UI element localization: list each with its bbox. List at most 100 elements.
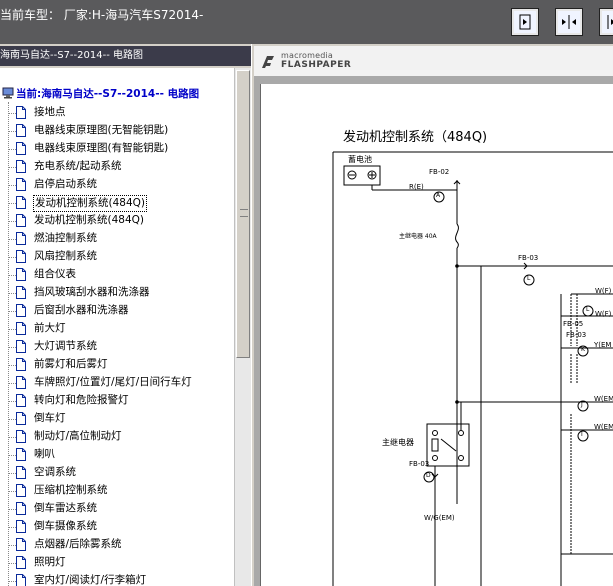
tree-item[interactable]: 接地点	[8, 104, 234, 122]
fit-width-icon	[562, 15, 576, 29]
tree-branch-line	[8, 275, 16, 276]
tree-item[interactable]: 前大灯	[8, 320, 234, 338]
tree-item[interactable]: 充电系统/起动系统	[8, 158, 234, 176]
tree-item[interactable]: 电器线束原理图(有智能钥匙)	[8, 140, 234, 158]
tree-item-label: 倒车灯	[34, 412, 66, 424]
tree-item[interactable]: 室内灯/阅读灯/行李箱灯	[8, 572, 234, 586]
tree-item[interactable]: 照明灯	[8, 554, 234, 572]
tree-item-label: 电器线束原理图(有智能钥匙)	[34, 142, 169, 154]
right-wire-w4: W(EM	[594, 423, 613, 431]
tree-item-label: 发动机控制系统(484Q)	[33, 195, 147, 212]
tree-item[interactable]: 制动灯/高位制动灯	[8, 428, 234, 446]
tree-item-label: 发动机控制系统(484Q)	[34, 214, 144, 226]
tree-branch-line	[8, 149, 16, 150]
tree-item[interactable]: 大灯调节系统	[8, 338, 234, 356]
tree-branch-line	[8, 509, 16, 510]
tree-item[interactable]: 前雾灯和后雾灯	[8, 356, 234, 374]
tree-branch-line	[8, 329, 16, 330]
fuse-label: 主继电器 40A	[399, 233, 437, 240]
document-icon	[16, 358, 26, 371]
tree-item[interactable]: 喇叭	[8, 446, 234, 464]
tree-item-label: 转向灯和危险报警灯	[34, 394, 129, 406]
tree-item[interactable]: 车牌照灯/位置灯/尾灯/日间行车灯	[8, 374, 234, 392]
tree-item-label: 挡风玻璃刮水器和洗涤器	[34, 286, 150, 298]
connector-l-label: L	[527, 275, 531, 282]
connector-k-label: K	[581, 346, 585, 353]
next-page-icon	[607, 15, 613, 29]
circuit-tree: 当前:海南马自达--S7--2014-- 电路图 接地点 电器线束原理图(无智能钥…	[0, 68, 234, 586]
tree-branch-line	[8, 365, 16, 366]
tree-item-label: 点烟器/后除雾系统	[34, 538, 122, 550]
document-icon	[16, 106, 26, 119]
tree-branch-line	[8, 185, 16, 186]
tree-item-label: 制动灯/高位制动灯	[34, 430, 122, 442]
tree-item-label: 照明灯	[34, 556, 66, 568]
right-fb05-label: FB-05	[563, 320, 584, 328]
tree-item[interactable]: 转向灯和危险报警灯	[8, 392, 234, 410]
tree-item[interactable]: 风扇控制系统	[8, 248, 234, 266]
tree-item[interactable]: 倒车摄像系统	[8, 518, 234, 536]
wiring-diagram	[332, 151, 613, 586]
right-fb03-label: FB-03	[566, 331, 587, 339]
tree-branch-line	[8, 293, 16, 294]
connector-l2-label: L	[586, 306, 590, 313]
tree-branch-line	[8, 527, 16, 528]
document-icon	[16, 286, 26, 299]
tree-branch-line	[8, 419, 16, 420]
document-icon	[16, 484, 26, 497]
tree-scrollbar[interactable]	[234, 68, 251, 586]
computer-icon	[2, 87, 14, 99]
fb02-label: FB-02	[429, 168, 450, 176]
tree-item[interactable]: 倒车雷达系统	[8, 500, 234, 518]
flashpaper-logo-icon	[262, 56, 274, 68]
tree-item[interactable]: 压缩机控制系统	[8, 482, 234, 500]
tree-branch-line	[8, 131, 16, 132]
tree-branch-line	[8, 437, 16, 438]
tree-item[interactable]: 发动机控制系统(484Q)	[8, 194, 234, 212]
tree-item-label: 大灯调节系统	[34, 340, 97, 352]
tree-branch-line	[8, 311, 16, 312]
tree-item-label: 组合仪表	[34, 268, 76, 280]
left-panel-title: 海南马自达--S7--2014-- 电路图	[0, 46, 252, 66]
document-icon	[16, 376, 26, 389]
current-car-label: 当前车型： 厂家:H-海马汽车S72014-	[0, 8, 204, 22]
next-page-button[interactable]	[599, 8, 613, 36]
fit-page-button[interactable]	[511, 8, 539, 36]
tree-item-label: 启停启动系统	[34, 178, 97, 190]
document-icon	[16, 520, 26, 533]
document-icon	[16, 232, 26, 245]
tree-item[interactable]: 电器线束原理图(无智能钥匙)	[8, 122, 234, 140]
tree-item[interactable]: 启停启动系统	[8, 176, 234, 194]
document-icon	[16, 124, 26, 137]
tree-item[interactable]: 后窗刮水器和洗涤器	[8, 302, 234, 320]
tree-item[interactable]: 挡风玻璃刮水器和洗涤器	[8, 284, 234, 302]
wire-re-label: R(E)	[409, 183, 424, 191]
tree-item-label: 倒车摄像系统	[34, 520, 97, 532]
connector-a-label: A	[436, 192, 441, 199]
tree-branch-line	[8, 347, 16, 348]
connector-j-label: J	[581, 401, 583, 408]
right-wire-w2: W(F)	[595, 310, 612, 318]
tree-item[interactable]: 点烟器/后除雾系统	[8, 536, 234, 554]
tree-item[interactable]: 燃油控制系统	[8, 230, 234, 248]
tree-item[interactable]: 空调系统	[8, 464, 234, 482]
fit-width-button[interactable]	[555, 8, 583, 36]
logo-brand-text: macromedia	[281, 51, 334, 60]
tree-item[interactable]: 倒车灯	[8, 410, 234, 428]
flashpaper-viewer[interactable]: macromedia FLASHPAPER 发动机控制系统（484Q) 蓄电池 …	[254, 46, 613, 586]
document-icon	[16, 556, 26, 569]
tree-item[interactable]: 组合仪表	[8, 266, 234, 284]
tree-branch-line	[8, 473, 16, 474]
scrollbar-thumb[interactable]	[236, 70, 250, 358]
document-icon	[16, 304, 26, 317]
tree-item-label: 倒车雷达系统	[34, 502, 97, 514]
tree-branch-line	[8, 491, 16, 492]
flashpaper-header: macromedia FLASHPAPER	[254, 46, 613, 76]
fit-page-icon	[519, 14, 531, 30]
tree-branch-line	[8, 167, 16, 168]
tree-item[interactable]: 发动机控制系统(484Q)	[8, 212, 234, 230]
connector-d-label: D	[426, 472, 431, 479]
tree-item-label: 风扇控制系统	[34, 250, 97, 262]
grip-icon	[240, 209, 248, 217]
logo-product-text: FLASHPAPER	[281, 60, 352, 70]
